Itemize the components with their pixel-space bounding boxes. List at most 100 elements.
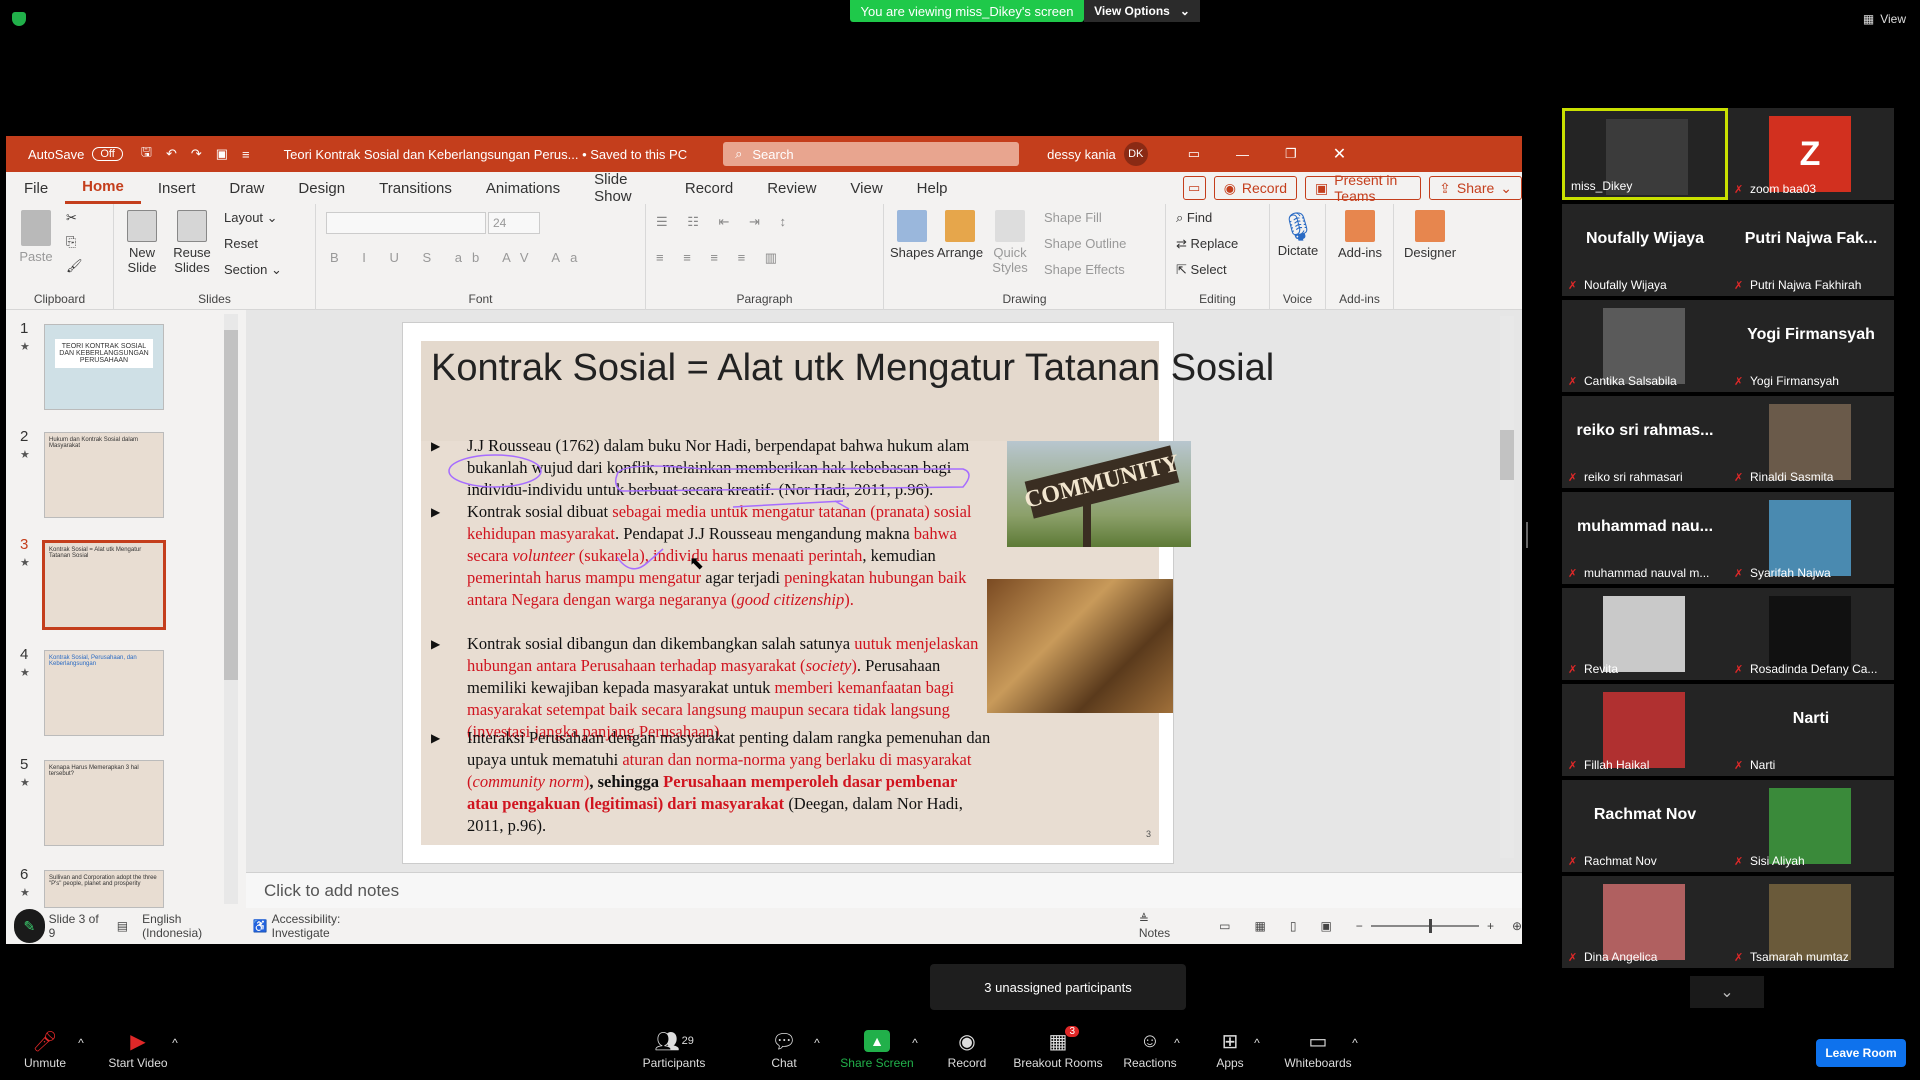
tab-help[interactable]: Help: [900, 172, 965, 204]
language-status[interactable]: English (Indonesia): [142, 912, 235, 940]
participant-tile[interactable]: Rachmat Nov ✗ Rachmat Nov: [1562, 780, 1728, 872]
accessibility-status[interactable]: Accessibility: Investigate: [272, 912, 389, 940]
font-format-buttons[interactable]: B I U S ab AV Aa: [330, 250, 587, 265]
participant-tile[interactable]: ✗ Rosadinda Defany Ca...: [1728, 588, 1894, 680]
view-button[interactable]: ▦ View: [1863, 12, 1906, 26]
whiteboards-options-caret[interactable]: ^: [1348, 1036, 1362, 1050]
restore-icon[interactable]: ❐: [1285, 146, 1297, 162]
participant-tile[interactable]: ✗ Fillah Haikal: [1562, 684, 1728, 776]
slide-scrollbar-thumb[interactable]: [1500, 430, 1514, 480]
undo-icon[interactable]: ↶: [166, 146, 177, 162]
notes-pane[interactable]: Click to add notes: [246, 872, 1522, 908]
slide-sorter-icon[interactable]: ▦: [1255, 919, 1266, 933]
participant-tile[interactable]: ✗ Tsamarah mumtaz: [1728, 876, 1894, 968]
scrollbar-thumb[interactable]: [224, 330, 238, 680]
tab-animations[interactable]: Animations: [469, 172, 577, 204]
tab-home[interactable]: Home: [65, 172, 141, 204]
participant-tile[interactable]: ✗ Dina Angelica: [1562, 876, 1728, 968]
alignment-buttons[interactable]: ≡ ≡ ≡ ≡ ▥: [656, 250, 785, 266]
participant-tile[interactable]: miss_Dikey: [1562, 108, 1728, 200]
list-buttons[interactable]: ☰ ☷ ⇤ ⇥ ↕: [656, 214, 794, 230]
apps-button[interactable]: ⊞ Apps: [1210, 1030, 1250, 1071]
slide-thumbnail[interactable]: Kontrak Sosial, Perusahaan, dan Keberlan…: [44, 650, 164, 736]
start-slideshow-icon[interactable]: ▣: [216, 146, 228, 162]
participants-button[interactable]: 👥︎ 29 Participants: [640, 1030, 708, 1071]
tab-review[interactable]: Review: [750, 172, 833, 204]
font-size-box[interactable]: 24: [488, 212, 540, 234]
zoom-slider-thumb[interactable]: [1428, 919, 1432, 933]
section-button[interactable]: Section ⌄: [224, 262, 282, 278]
tab-slide-show[interactable]: Slide Show: [577, 171, 668, 205]
minimize-icon[interactable]: —: [1236, 147, 1249, 162]
customize-toolbar-icon[interactable]: ≡: [242, 147, 250, 162]
document-title[interactable]: Teori Kontrak Sosial dan Keberlangsungan…: [284, 147, 687, 162]
participant-tile[interactable]: muhammad nau... ✗ muhammad nauval m...: [1562, 492, 1728, 584]
present-in-teams-button[interactable]: ▣ Present in Teams: [1305, 172, 1422, 204]
chat-button[interactable]: 💬︎ Chat: [762, 1030, 806, 1071]
search-box[interactable]: ⌕ Search: [723, 142, 1020, 166]
slide-thumbnail-active[interactable]: Kontrak Sosial = Alat utk Mengatur Tatan…: [42, 540, 166, 630]
video-options-caret[interactable]: ^: [168, 1036, 182, 1050]
ribbon-display-icon[interactable]: ▭: [1188, 146, 1200, 162]
participant-tile[interactable]: ✗ Rinaldi Sasmita: [1728, 396, 1894, 488]
unmute-button[interactable]: 🎤︎ Unmute: [16, 1030, 74, 1071]
replace-button[interactable]: ⇄ Replace: [1176, 236, 1238, 252]
quick-styles-button[interactable]: Quick Styles: [988, 210, 1032, 275]
paste-button[interactable]: Paste: [16, 210, 56, 264]
copy-icon[interactable]: ⎘: [66, 234, 76, 250]
zoom-slider[interactable]: [1370, 919, 1479, 933]
participant-tile[interactable]: ✗ Sisi Aliyah: [1728, 780, 1894, 872]
zoom-in-icon[interactable]: +: [1487, 919, 1494, 933]
view-options-button[interactable]: View Options ⌄: [1084, 0, 1200, 22]
user-avatar[interactable]: DK: [1123, 142, 1148, 166]
apps-options-caret[interactable]: ^: [1250, 1036, 1264, 1050]
shape-fill-button[interactable]: Shape Fill: [1044, 210, 1102, 225]
spellcheck-icon[interactable]: ▤: [117, 919, 128, 933]
arrange-button[interactable]: Arrange: [936, 210, 984, 260]
whiteboards-button[interactable]: ▭ Whiteboards: [1282, 1030, 1354, 1071]
slide-thumbnail[interactable]: Sullivan and Corporation adopt the three…: [44, 870, 164, 908]
tab-design[interactable]: Design: [281, 172, 362, 204]
zoom-out-icon[interactable]: −: [1356, 919, 1363, 933]
shape-outline-button[interactable]: Shape Outline: [1044, 236, 1126, 251]
breakout-rooms-button[interactable]: ▦ 3 Breakout Rooms: [1012, 1026, 1104, 1070]
reuse-slides-button[interactable]: Reuse Slides: [170, 210, 214, 275]
gallery-scroll-down-icon[interactable]: ⌄: [1690, 976, 1764, 1008]
start-video-button[interactable]: ▶︎ Start Video: [104, 1030, 172, 1071]
format-painter-icon[interactable]: 🖌: [66, 258, 83, 274]
leave-room-button[interactable]: Leave Room: [1816, 1039, 1906, 1067]
shape-effects-button[interactable]: Shape Effects: [1044, 262, 1125, 277]
participant-tile[interactable]: Putri Najwa Fak... ✗ Putri Najwa Fakhirah: [1728, 204, 1894, 296]
slide-canvas[interactable]: Kontrak Sosial = Alat utk Mengatur Tatan…: [402, 322, 1274, 864]
slide-thumbnail[interactable]: TEORI KONTRAK SOSIAL DAN KEBERLANGSUNGAN…: [44, 324, 164, 410]
designer-button[interactable]: Designer: [1404, 210, 1456, 260]
cut-icon[interactable]: ✂: [66, 210, 77, 226]
participant-tile[interactable]: ✗ Cantika Salsabila: [1562, 300, 1728, 392]
tab-transitions[interactable]: Transitions: [362, 172, 469, 204]
add-ins-button[interactable]: Add-ins: [1336, 210, 1384, 260]
redo-icon[interactable]: ↷: [191, 146, 202, 162]
participant-tile[interactable]: Narti ✗ Narti: [1728, 684, 1894, 776]
participant-tile[interactable]: Z ✗ zoom baa03: [1728, 108, 1894, 200]
record-meeting-button[interactable]: ◉ Record: [944, 1030, 990, 1071]
normal-view-icon[interactable]: ▭: [1219, 919, 1230, 933]
audio-options-caret[interactable]: ^: [74, 1036, 88, 1050]
participant-tile[interactable]: ✗ Syarifah Najwa: [1728, 492, 1894, 584]
participant-tile[interactable]: Noufally Wijaya ✗ Noufally Wijaya: [1562, 204, 1728, 296]
reactions-options-caret[interactable]: ^: [1170, 1036, 1184, 1050]
reading-view-icon[interactable]: ▯: [1290, 919, 1297, 933]
new-slide-button[interactable]: New Slide: [122, 210, 162, 275]
notes-toggle[interactable]: ≜ Notes: [1139, 912, 1179, 940]
tab-view[interactable]: View: [833, 172, 899, 204]
reset-button[interactable]: Reset: [224, 236, 258, 251]
slide-thumbnail[interactable]: Hukum dan Kontrak Sosial dalam Masyaraka…: [44, 432, 164, 518]
participant-tile[interactable]: reiko sri rahmas... ✗ reiko sri rahmasari: [1562, 396, 1728, 488]
slide-counter[interactable]: Slide 3 of 9: [49, 912, 103, 940]
font-name-box[interactable]: [326, 212, 486, 234]
panel-resize-handle[interactable]: [1526, 522, 1528, 548]
comments-button[interactable]: ▭: [1182, 176, 1206, 200]
slide-thumbnail[interactable]: Kenapa Harus Memerapkan 3 hal tersebut?: [44, 760, 164, 846]
user-name[interactable]: dessy kania: [1047, 147, 1116, 162]
slideshow-view-icon[interactable]: ▣: [1320, 919, 1331, 933]
tab-draw[interactable]: Draw: [212, 172, 281, 204]
